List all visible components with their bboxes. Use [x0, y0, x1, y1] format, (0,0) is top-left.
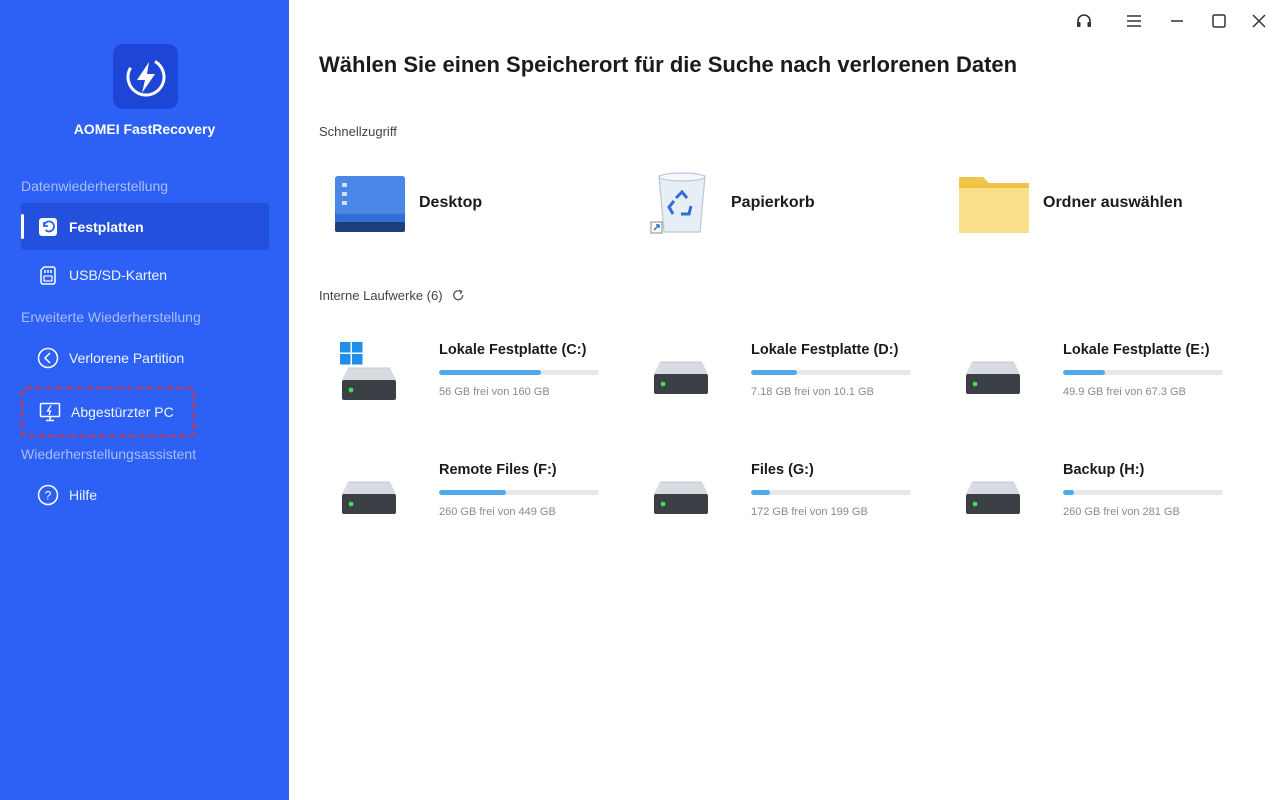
drive-item[interactable]: Files (G:) 172 GB frei von 199 GB	[652, 462, 912, 532]
sd-card-icon	[37, 264, 59, 286]
app-name: AOMEI FastRecovery	[73, 121, 216, 137]
drive-name: Backup (H:)	[1063, 462, 1145, 478]
drive-space-info: 260 GB frei von 449 GB	[439, 506, 556, 518]
app-logo	[113, 44, 178, 109]
drive-usage-fill	[1063, 490, 1075, 495]
drive-item[interactable]: Remote Files (F:) 260 GB frei von 449 GB	[340, 462, 600, 532]
sidebar-item-label: Hilfe	[69, 486, 98, 503]
lightning-logo-icon	[126, 57, 165, 96]
drive-usage-fill	[439, 370, 542, 375]
section-label-recovery-assistant: Wiederherstellungsassistent	[21, 446, 197, 462]
recycle-bin-icon	[644, 168, 720, 238]
sidebar-item-label: USB/SD-Karten	[69, 266, 168, 283]
drive-space-info: 172 GB frei von 199 GB	[751, 506, 868, 518]
hard-drive-icon	[340, 476, 416, 526]
refresh-icon[interactable]	[452, 289, 465, 302]
drive-space-info: 7.18 GB frei von 10.1 GB	[751, 386, 874, 398]
sidebar-item-help[interactable]: ? Hilfe	[21, 471, 269, 518]
section-label-advanced-recovery: Erweiterte Wiederherstellung	[21, 309, 201, 325]
drive-item[interactable]: Lokale Festplatte (C:) 56 GB frei von 160…	[340, 342, 600, 412]
drive-usage-bar	[751, 490, 911, 495]
sidebar-item-crashed-pc[interactable]: Abgestürzter PC	[21, 387, 195, 437]
drive-space-info: 56 GB frei von 160 GB	[439, 386, 550, 398]
drive-usage-bar	[751, 370, 911, 375]
drive-usage-fill	[751, 370, 798, 375]
internal-drives-label: Interne Laufwerke (6)	[319, 288, 465, 303]
section-label-data-recovery: Datenwiederherstellung	[21, 178, 169, 194]
windows-logo-icon	[340, 342, 363, 370]
drive-space-info: 260 GB frei von 281 GB	[1063, 506, 1180, 518]
drive-usage-bar	[439, 490, 599, 495]
svg-text:?: ?	[45, 488, 52, 502]
close-icon[interactable]	[1247, 10, 1271, 32]
sidebar-item-label: Abgestürzter PC	[71, 404, 174, 420]
drive-item[interactable]: Backup (H:) 260 GB frei von 281 GB	[964, 462, 1224, 532]
drive-item[interactable]: Lokale Festplatte (E:) 49.9 GB frei von 6…	[964, 342, 1224, 412]
sidebar-item-label: Verlorene Partition	[69, 349, 185, 366]
drive-name: Lokale Festplatte (C:)	[439, 342, 587, 358]
hard-drive-icon	[652, 476, 728, 526]
hard-drive-icon	[964, 476, 1040, 526]
drive-usage-bar	[1063, 490, 1223, 495]
crashed-pc-icon	[39, 401, 61, 423]
folder-icon	[956, 168, 1032, 238]
help-icon: ?	[37, 484, 59, 506]
drive-name: Lokale Festplatte (D:)	[751, 342, 899, 358]
drive-name: Files (G:)	[751, 462, 814, 478]
drive-usage-bar	[1063, 370, 1223, 375]
sidebar-item-label: Festplatten	[69, 218, 144, 235]
hard-drive-icon	[652, 356, 728, 406]
minimize-icon[interactable]	[1165, 10, 1189, 32]
quick-access-desktop[interactable]: Desktop	[332, 168, 482, 238]
hard-drive-icon	[964, 356, 1040, 406]
quick-access-label-folder: Ordner auswählen	[1043, 194, 1183, 211]
support-icon[interactable]	[1072, 10, 1096, 32]
drive-usage-bar	[439, 370, 599, 375]
drive-usage-fill	[1063, 370, 1105, 375]
sidebar-item-usb-sd[interactable]: USB/SD-Karten	[21, 251, 269, 298]
sidebar-item-festplatten[interactable]: Festplatten	[21, 203, 269, 250]
quick-access-folder[interactable]: Ordner auswählen	[956, 168, 1183, 238]
drive-name: Lokale Festplatte (E:)	[1063, 342, 1210, 358]
quick-access-label: Schnellzugriff	[319, 124, 397, 139]
drive-usage-fill	[439, 490, 507, 495]
drive-usage-fill	[751, 490, 771, 495]
quick-access-recycle-bin[interactable]: Papierkorb	[644, 168, 815, 238]
sidebar: AOMEI FastRecovery Datenwiederherstellun…	[0, 0, 289, 800]
drive-item[interactable]: Lokale Festplatte (D:) 7.18 GB frei von 1…	[652, 342, 912, 412]
sidebar-item-lost-partition[interactable]: Verlorene Partition	[21, 334, 269, 381]
drive-name: Remote Files (F:)	[439, 462, 557, 478]
quick-access-label-desktop: Desktop	[419, 194, 483, 211]
internal-drives-label-text: Interne Laufwerke (6)	[319, 288, 443, 303]
restore-icon	[37, 216, 59, 238]
menu-icon[interactable]	[1122, 10, 1146, 32]
drive-space-info: 49.9 GB frei von 67.3 GB	[1063, 386, 1186, 398]
maximize-icon[interactable]	[1207, 10, 1231, 32]
quick-access-label-recycle-bin: Papierkorb	[731, 194, 815, 211]
partition-icon	[37, 347, 59, 369]
desktop-icon	[332, 168, 408, 238]
page-title: Wählen Sie einen Speicherort für die Suc…	[319, 52, 1018, 77]
